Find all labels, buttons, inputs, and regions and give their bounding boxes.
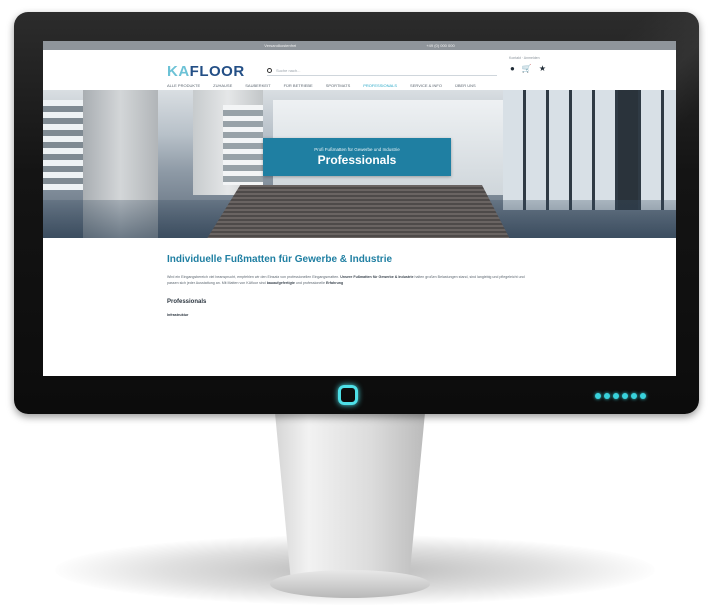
section-heading: Professionals [167,299,207,305]
hero-wall-stripes-2 [223,105,263,185]
nav-item-service-info[interactable]: SERVICE & INFO [410,83,442,88]
nav-item-sauberkeit[interactable]: SAUBERKEIT [245,83,270,88]
search-bar[interactable]: Suche nach... [267,66,497,76]
logo-floor: FLOOR [189,63,245,80]
logo-ka: KA [167,63,190,80]
indicator-dot [631,393,637,399]
indicator-dot [604,393,610,399]
page-content: Individuelle Fußmatten für Gewerbe & Ind… [43,238,547,317]
hero-dark-column [618,90,638,210]
indicator-dot [640,393,646,399]
account-icon[interactable]: ● [510,64,515,73]
para-bold-1: Unsere Fußmatten für Gewerbe & Industrie [340,275,414,279]
search-input[interactable]: Suche nach... [276,68,300,73]
indicator-dot [613,393,619,399]
cart-icon[interactable]: 🛒 [522,64,532,73]
para-bold-2: bauaufgefertigte [266,281,295,285]
nav-item-zuhause[interactable]: ZUHAUSE [213,83,232,88]
nav-item-ueber-uns[interactable]: ÜBER UNS [455,83,476,88]
topbar-left-text: Versandkostenfrei [264,43,297,48]
nav-item-alle-produkte[interactable]: ALLE PRODUKTE [167,83,200,88]
website-screen: Versandkostenfrei +49 (0) 000 000 KAFLOO… [43,41,676,376]
para-bold-3: Erfahrung [326,281,344,285]
page-title: Individuelle Fußmatten für Gewerbe & Ind… [167,254,393,265]
para-text-3: und professionelle [295,281,326,285]
monitor-stand-base [270,570,430,598]
star-icon[interactable]: ★ [539,64,546,73]
nav-item-sportmats[interactable]: SPORTMATS [326,83,351,88]
monitor-power-button[interactable] [338,385,358,405]
indicator-dot [595,393,601,399]
header-icons: ● 🛒 ★ [510,64,546,73]
nav-item-professionals[interactable]: PROFESSIONALS [363,83,397,88]
site-header: KAFLOOR Suche nach... Kontakt · Anmelden… [43,50,676,90]
main-nav: ALLE PRODUKTE ZUHAUSE SAUBERKEIT FÜR BET… [167,83,476,88]
hero-title: Professionals [317,153,397,167]
topbar-right-text: +49 (0) 000 000 [426,43,455,48]
indicator-dot [622,393,628,399]
hero-banner[interactable]: Profi Fußmatten für Gewerbe und Industri… [263,138,451,176]
para-text-1: Wird ein Eingangsbereich viel beanspruch… [167,275,340,279]
intro-paragraph: Wird ein Eingangsbereich viel beanspruch… [167,274,537,286]
section-subheading: Infrastruktur [167,313,189,317]
hero-kicker: Profi Fußmatten für Gewerbe und Industri… [314,147,400,152]
hero-doormat [203,185,513,238]
monitor-indicator-lights [595,393,646,399]
hero-wall-stripes [43,100,83,190]
account-links[interactable]: Kontakt · Anmelden [509,56,540,60]
top-links-text[interactable]: Kontakt · Anmelden [509,56,540,60]
nav-item-fuer-betriebe[interactable]: FÜR BETRIEBE [284,83,313,88]
search-icon[interactable] [267,68,272,73]
hero-image: Profi Fußmatten für Gewerbe und Industri… [43,90,676,238]
hero-windows [503,90,676,210]
top-info-bar: Versandkostenfrei +49 (0) 000 000 [43,41,676,50]
kafloor-logo[interactable]: KAFLOOR [167,63,245,80]
